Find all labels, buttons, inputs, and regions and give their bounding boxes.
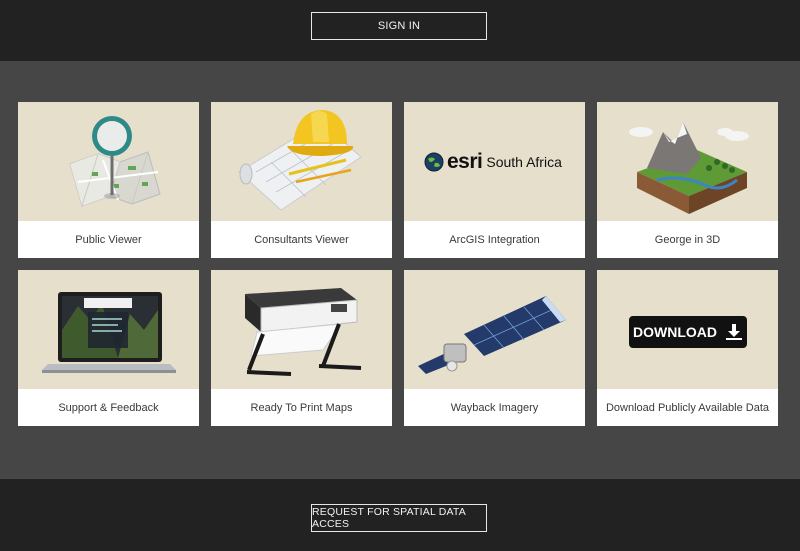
- hardhat-blueprint-icon: [238, 110, 362, 211]
- card-label: ArcGIS Integration: [449, 233, 540, 246]
- card-consultants-viewer[interactable]: Consultants Viewer: [211, 102, 392, 258]
- request-spatial-data-button[interactable]: REQUEST FOR SPATIAL DATA ACCES: [311, 504, 487, 532]
- plotter-printer-icon: [245, 288, 362, 376]
- satellite-icon: [418, 296, 566, 374]
- card-label: Consultants Viewer: [254, 233, 349, 246]
- card-support-feedback[interactable]: Support & Feedback: [18, 270, 199, 426]
- card-image: DOWNLOAD: [597, 270, 778, 389]
- card-image: [211, 102, 392, 221]
- download-arrow-icon: [726, 324, 742, 340]
- card-image: esri South Africa: [404, 102, 585, 221]
- card-label: George in 3D: [654, 233, 721, 246]
- card-label: Public Viewer: [75, 233, 142, 246]
- card-public-viewer[interactable]: Public Viewer: [18, 102, 199, 258]
- card-image: [18, 270, 199, 389]
- sign-in-button[interactable]: SIGN IN: [311, 12, 487, 40]
- card-image: [18, 102, 199, 221]
- card-ready-to-print-maps[interactable]: Ready To Print Maps: [211, 270, 392, 426]
- card-image: [404, 270, 585, 389]
- card-george-in-3d[interactable]: George in 3D: [597, 102, 778, 258]
- card-label: Support & Feedback: [58, 401, 159, 414]
- folded-map-pin-icon: [69, 116, 161, 207]
- download-button-icon: DOWNLOAD: [629, 316, 747, 348]
- card-image: [211, 270, 392, 389]
- laptop-icon: [42, 292, 176, 373]
- esri-logo: esri South Africa: [424, 150, 562, 174]
- card-label: Ready To Print Maps: [250, 401, 353, 414]
- card-label: Download Publicly Available Data: [605, 401, 770, 414]
- terrain-3d-icon: [629, 122, 749, 214]
- card-wayback-imagery[interactable]: Wayback Imagery: [404, 270, 585, 426]
- card-download-data[interactable]: DOWNLOAD Download Publicly Available Dat…: [597, 270, 778, 426]
- card-image: [597, 102, 778, 221]
- globe-icon: [424, 152, 444, 172]
- card-label: Wayback Imagery: [450, 401, 539, 414]
- card-arcgis-integration[interactable]: esri South Africa ArcGIS Integration: [404, 102, 585, 258]
